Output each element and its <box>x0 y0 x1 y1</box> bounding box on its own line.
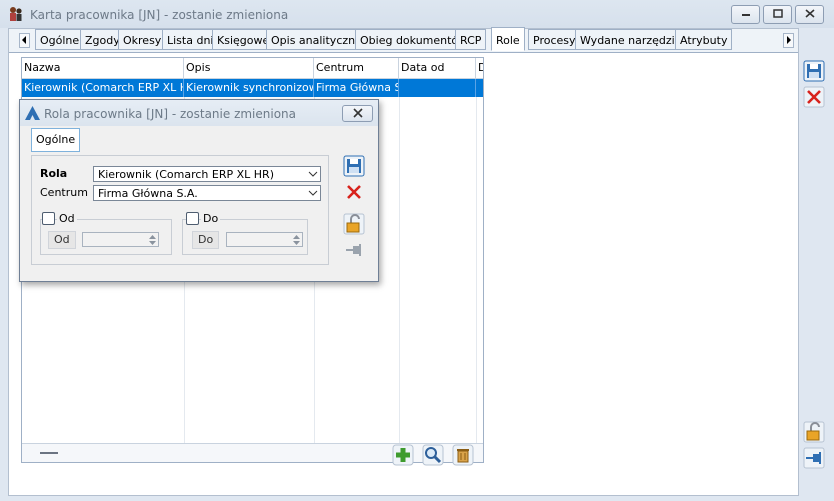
col-divider <box>476 97 477 444</box>
unlock-button[interactable] <box>803 421 825 443</box>
window-title: Karta pracownika [JN] - zostanie zmienio… <box>30 8 289 22</box>
od-date-input[interactable] <box>82 232 159 247</box>
chevron-down-icon <box>308 171 318 177</box>
maximize-button[interactable] <box>763 5 792 24</box>
comarch-logo-icon <box>25 106 40 120</box>
close-window-button[interactable] <box>795 5 824 24</box>
cancel-button[interactable] <box>803 86 825 108</box>
tab-procesy[interactable]: Procesy <box>528 29 581 50</box>
spin-down-icon[interactable] <box>148 240 157 246</box>
magnifier-icon <box>422 444 444 466</box>
dialog-title: Rola pracownika [JN] - zostanie zmienion… <box>44 107 297 121</box>
minimize-icon <box>741 14 750 16</box>
pin-button[interactable] <box>803 447 825 469</box>
dialog-save-button[interactable] <box>343 155 365 177</box>
od-label: Od <box>57 212 77 225</box>
centrum-select[interactable]: Firma Główna S.A. <box>93 185 321 201</box>
dialog-title-bar: Rola pracownika [JN] - zostanie zmienion… <box>20 100 378 126</box>
role-dialog: Rola pracownika [JN] - zostanie zmienion… <box>19 99 379 282</box>
dialog-cancel-button[interactable] <box>343 181 365 203</box>
tab-strip: Ogólne Zgody Okresy Lista dni Księgowe O… <box>9 27 798 53</box>
collapse-handle[interactable] <box>40 452 58 454</box>
od-checkbox[interactable] <box>42 212 55 225</box>
tab-okresy[interactable]: Okresy <box>118 29 167 50</box>
do-label: Do <box>201 212 221 225</box>
dialog-tab-ogolne[interactable]: Ogólne <box>31 128 81 152</box>
title-bar: Karta pracownika [JN] - zostanie zmienio… <box>0 0 834 28</box>
save-icon <box>803 60 825 82</box>
maximize-icon <box>772 9 783 18</box>
centrum-select-value: Firma Główna S.A. <box>98 187 198 200</box>
col-header-opis[interactable]: Opis <box>184 58 314 78</box>
pin-icon <box>346 244 361 256</box>
dialog-unlock-button[interactable] <box>343 213 365 235</box>
padlock-open-icon <box>343 213 365 235</box>
rola-select[interactable]: Kierownik (Comarch ERP XL HR) <box>93 166 321 182</box>
tabs-scroll-right[interactable] <box>783 33 794 48</box>
col-header-data-do[interactable]: D <box>476 58 483 78</box>
close-icon <box>804 9 815 18</box>
add-button[interactable] <box>392 444 414 466</box>
col-header-data-od[interactable]: Data od <box>399 58 476 78</box>
cancel-x-icon <box>347 185 361 199</box>
spin-down-icon[interactable] <box>292 240 301 246</box>
tab-rcp[interactable]: RCP <box>455 29 487 50</box>
tab-role[interactable]: Role <box>491 27 525 51</box>
centrum-label: Centrum <box>40 186 88 199</box>
delete-button[interactable] <box>452 444 474 466</box>
tab-lista-dni[interactable]: Lista dni <box>162 29 219 50</box>
tabs-scroll-left[interactable] <box>19 33 30 48</box>
dialog-general-panel: Rola Kierownik (Comarch ERP XL HR) Centr… <box>31 155 329 265</box>
col-divider <box>399 97 400 444</box>
cell-data-od <box>399 79 476 97</box>
cell-centrum: Firma Główna S.A. <box>314 79 399 97</box>
tab-ogolne[interactable]: Ogólne <box>35 29 85 50</box>
arrow-right-icon <box>787 36 791 44</box>
employee-card-icon <box>10 7 22 21</box>
save-button[interactable] <box>803 60 825 82</box>
table-row[interactable]: Kierownik (Comarch ERP XL HR) Kierownik … <box>22 79 483 97</box>
pin-icon <box>803 447 825 469</box>
tab-opis-analityczny[interactable]: Opis analityczny <box>266 29 367 50</box>
cell-nazwa: Kierownik (Comarch ERP XL HR) <box>22 79 184 97</box>
col-header-nazwa[interactable]: Nazwa <box>22 58 184 78</box>
plus-icon <box>392 444 414 466</box>
minimize-button[interactable] <box>731 5 760 24</box>
col-header-centrum[interactable]: Centrum <box>314 58 399 78</box>
padlock-open-icon <box>803 421 825 443</box>
cell-data-do <box>476 79 483 97</box>
od-button[interactable]: Od <box>48 231 76 249</box>
arrow-left-icon <box>22 36 26 44</box>
save-icon <box>343 155 365 177</box>
dialog-pin-button[interactable] <box>343 239 365 261</box>
rola-select-value: Kierownik (Comarch ERP XL HR) <box>98 168 274 181</box>
trash-icon <box>452 444 474 466</box>
do-checkbox[interactable] <box>186 212 199 225</box>
search-button[interactable] <box>422 444 444 466</box>
rola-label: Rola <box>40 167 68 180</box>
do-button[interactable]: Do <box>192 231 220 249</box>
do-date-input[interactable] <box>226 232 303 247</box>
chevron-down-icon <box>308 190 318 196</box>
tab-atrybuty[interactable]: Atrybuty <box>675 29 733 50</box>
close-icon <box>352 108 363 118</box>
grid-header: Nazwa Opis Centrum Data od D <box>22 58 483 79</box>
tab-ksiegowe[interactable]: Księgowe <box>212 29 275 50</box>
dialog-close-button[interactable] <box>342 105 373 122</box>
tab-wydane-narzedzia[interactable]: Wydane narzędzia <box>575 29 687 50</box>
cancel-x-icon <box>803 86 825 108</box>
cell-opis: Kierownik synchronizowany <box>184 79 314 97</box>
